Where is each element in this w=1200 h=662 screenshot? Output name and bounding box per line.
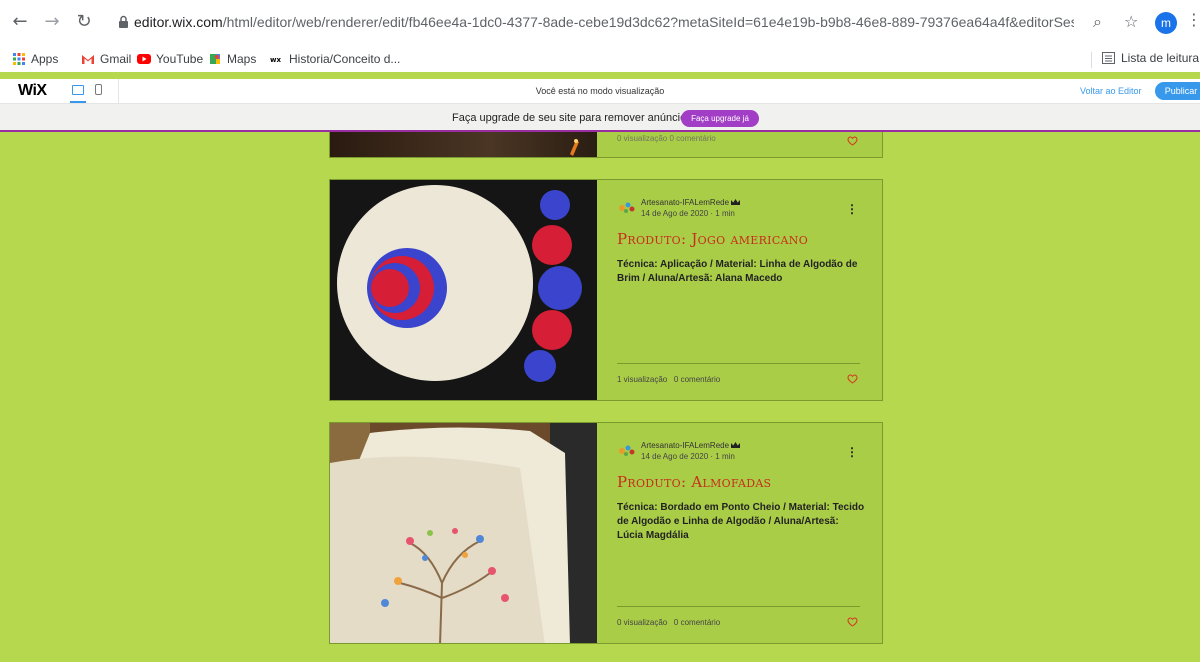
post-card[interactable]: Artesanato-IFALemRede 14 de Ago de 2020 … [329,422,883,644]
profile-avatar[interactable]: m [1155,12,1177,34]
bookmark-maps[interactable]: Maps [208,52,256,66]
views-count: 0 visualização [617,618,668,627]
url-text: editor.wix.com/html/editor/web/renderer/… [134,14,1074,30]
svg-text:wx: wx [270,56,281,64]
bookmark-divider [1091,52,1092,68]
comments-count: 0 comentário [673,375,721,384]
post-image[interactable] [330,132,597,157]
bookmark-apps[interactable]: Apps [12,52,58,66]
upgrade-banner: Faça upgrade de seu site para remover an… [0,104,1200,132]
back-to-editor-link[interactable]: Voltar ao Editor [1080,86,1142,96]
bookmark-gmail[interactable]: Gmail [81,52,131,66]
author-name-text: Artesanato-IFALemRede [641,441,730,450]
post-date: 14 de Ago de 2020 · 1 min [641,209,735,218]
post-content: Artesanato-IFALemRede 14 de Ago de 2020 … [597,180,882,400]
reload-icon[interactable]: ↻ [72,10,96,34]
comments-count: 0 comentário [673,618,721,627]
preview-mode-message: Você está no modo visualização [535,86,665,96]
author-name-text: Artesanato-IFALemRede [641,198,730,207]
apps-grid-icon [13,53,25,65]
zoom-icon[interactable]: ⌕ [1093,12,1102,32]
reading-list-label: Lista de leitura [1121,51,1200,65]
post-description: Técnica: Aplicação / Material: Linha de … [617,259,858,284]
reading-list-icon [1102,52,1115,64]
post-divider [617,606,860,607]
author-avatar[interactable] [617,443,637,457]
forward-arrow-icon[interactable]: → [40,10,64,34]
lock-icon [119,15,128,28]
post-card[interactable]: Artesanato-IFALemRede 14 de Ago de 2020 … [329,179,883,401]
author-name[interactable]: Artesanato-IFALemRede [641,198,741,207]
upgrade-banner-text: Faça upgrade de seu site para remover an… [452,112,714,124]
browser-toolbar: ← → ↻ editor.wix.com/html/editor/web/ren… [0,0,1200,48]
bookmark-youtube[interactable]: YouTube [137,52,203,66]
post-options-icon[interactable]: ⋮ [846,445,858,459]
post-image[interactable] [330,423,597,643]
bookmark-label: Maps [227,52,257,66]
wix-favicon-icon: wx [270,56,281,64]
author-name[interactable]: Artesanato-IFALemRede [641,441,741,450]
reading-list-button[interactable]: Lista de leitura [1102,51,1199,65]
bookmark-historia[interactable]: wx Historia/Conceito d... [270,52,400,66]
bookmark-label: YouTube [156,52,204,66]
url-path: /html/editor/web/renderer/edit/fb46ee4a-… [222,14,1074,30]
post-options-icon[interactable]: ⋮ [846,202,858,216]
post-description: Técnica: Bordado em Ponto Cheio / Materi… [617,502,865,541]
pillow-image [330,423,597,643]
views-count: 1 visualização [617,375,668,384]
youtube-icon [137,54,151,64]
bookmark-label: Apps [31,52,59,66]
gmail-icon [82,55,94,64]
post-title[interactable]: Produto: Almofadas [617,473,771,491]
publish-button[interactable]: Publicar [1155,82,1200,100]
post-content: Artesanato-IFALemRede 14 de Ago de 2020 … [597,423,882,643]
author-avatar[interactable] [617,200,637,214]
post-card-partial[interactable]: 0 visualização 0 comentário [329,132,883,158]
post-stats: 0 visualização 0 comentário [617,618,720,627]
crown-icon [731,442,741,448]
wix-preview-bar: WiX Você está no modo visualização Volta… [0,79,1200,104]
browser-menu-icon[interactable]: ⋮ [1186,10,1200,29]
heart-icon[interactable] [847,136,858,146]
desktop-view-indicator [70,101,86,103]
address-bar[interactable]: editor.wix.com/html/editor/web/renderer/… [112,11,1122,35]
post-date: 14 de Ago de 2020 · 1 min [641,452,735,461]
post-image[interactable] [330,180,597,400]
candle-image [570,139,579,156]
post-title[interactable]: Produto: Jogo americano [617,230,808,248]
heart-icon[interactable] [847,617,858,627]
post-stats: 0 visualização 0 comentário [617,134,716,143]
post-divider [617,363,860,364]
bookmarks-bar: Apps Gmail YouTube Maps wx Historia/Conc… [0,48,1200,72]
heart-icon[interactable] [847,374,858,384]
url-domain: editor.wix.com [134,14,223,30]
maps-pin-icon [210,54,220,64]
crown-icon [731,199,741,205]
placemat-image [330,180,597,400]
bookmark-label: Gmail [100,52,132,66]
upgrade-now-button[interactable]: Faça upgrade já [681,110,759,127]
bookmark-label: Historia/Conceito d... [289,52,401,66]
post-stats: 1 visualização 0 comentário [617,375,720,384]
back-arrow-icon[interactable]: ← [8,10,32,34]
bookmark-star-icon[interactable]: ☆ [1124,12,1138,31]
